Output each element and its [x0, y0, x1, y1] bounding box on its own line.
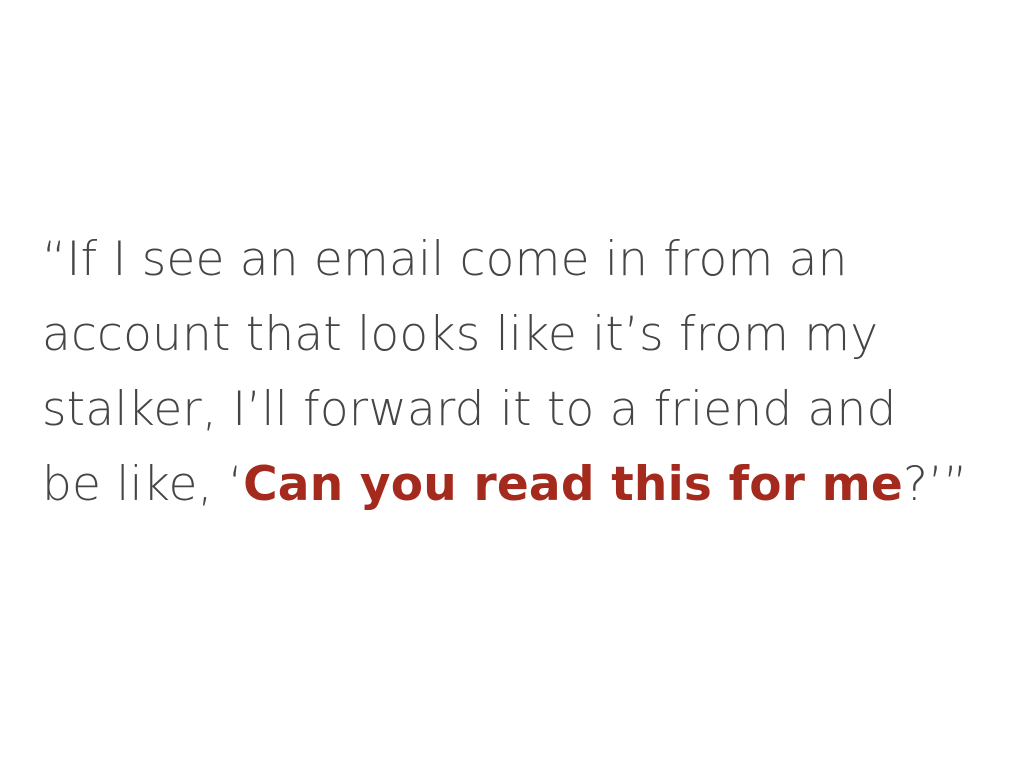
quote-text: “If I see an email come in from an accou… — [42, 222, 968, 522]
quote-line-4: be like, ‘Can you read this for me?’” — [42, 447, 968, 522]
quote-highlight: Can you read this for me — [243, 457, 903, 512]
slide: “If I see an email come in from an accou… — [0, 0, 1024, 768]
quote-line-1: “If I see an email come in from an — [42, 232, 848, 287]
quote-line-3: stalker, I’ll forward it to a friend and — [42, 382, 897, 437]
quote-line-4-suffix: ?’” — [902, 457, 968, 512]
quote-line-4-prefix: be like, ‘ — [42, 457, 244, 512]
quote-line-2: account that looks like it’s from my — [42, 307, 879, 362]
